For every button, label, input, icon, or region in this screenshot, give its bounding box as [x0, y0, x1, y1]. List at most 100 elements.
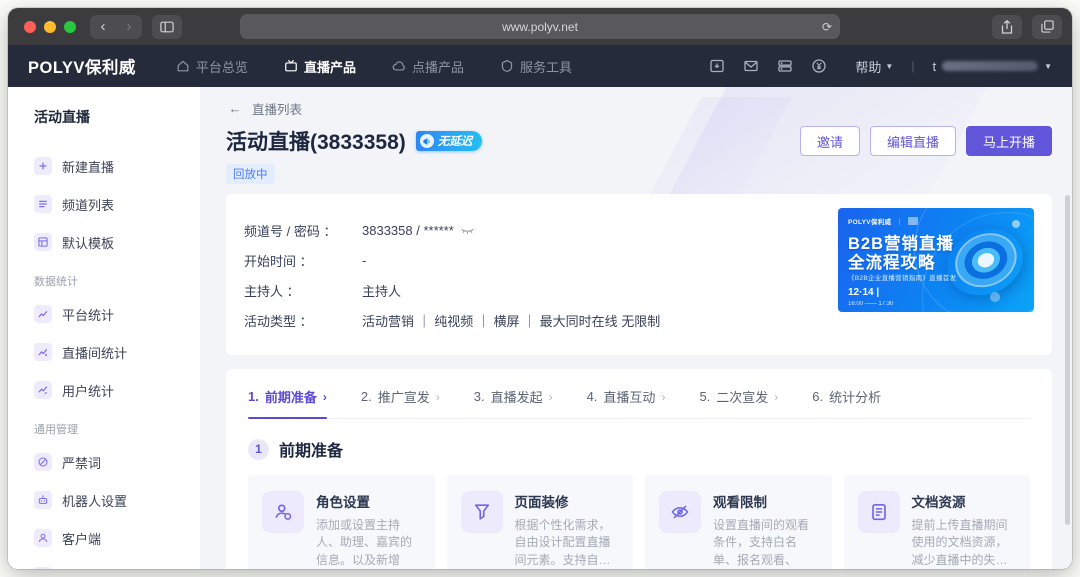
- sidebar-toggle-button[interactable]: [152, 15, 182, 39]
- chevron-down-icon: ▼: [885, 62, 893, 71]
- minimize-window-button[interactable]: [44, 21, 56, 33]
- sidebar-item-banned-words[interactable]: 严禁词: [34, 443, 200, 481]
- banner-decor: [1012, 220, 1020, 228]
- partner-logo-mark: [908, 217, 918, 225]
- paint-icon: [461, 491, 503, 533]
- account-menu[interactable]: t ▼: [932, 59, 1052, 74]
- url-bar[interactable]: www.polyv.net ⟳: [240, 14, 840, 39]
- chevron-right-icon: ›: [436, 390, 440, 404]
- tv-icon: [34, 567, 52, 569]
- sidebar-item-default-template[interactable]: 默认模板: [34, 223, 200, 261]
- page-title: 活动直播(3833358): [226, 126, 406, 156]
- template-icon: [34, 233, 52, 251]
- banner-date: 12·14 |: [848, 287, 879, 298]
- person-icon: [34, 529, 52, 547]
- card-view-restriction[interactable]: 观看限制设置直播间的观看条件，支持白名单、报名观看、验…: [645, 475, 832, 569]
- doc-icon: [858, 491, 900, 533]
- sidebar-group-general-mgmt: 通用管理: [34, 421, 200, 437]
- account-name-redacted: [942, 61, 1038, 71]
- live-icon: [284, 59, 298, 73]
- forward-button[interactable]: ›: [116, 15, 142, 39]
- nav-item-vod-product[interactable]: 点播产品: [392, 57, 464, 76]
- nav-item-service-tools[interactable]: 服务工具: [500, 57, 572, 76]
- main-content: ← 直播列表 活动直播(3833358) 无延迟 邀请 编辑直播 马上开播 回放…: [200, 87, 1072, 569]
- card-role-settings[interactable]: 角色设置添加或设置主持人、助理、嘉宾的信息。以及新增助…: [248, 475, 435, 569]
- divider: |: [911, 59, 914, 73]
- sidebar-item-channel-settings[interactable]: 频道设置: [34, 557, 200, 569]
- banner-decor: [990, 292, 1000, 302]
- info-row-host: 主持人 ： 主持人: [244, 281, 838, 300]
- step-launch[interactable]: 3.直播发起›: [474, 387, 553, 406]
- channel-info-card: 频道号 / 密码 ： 3833358 / ****** 开始时间 ： - 主持人…: [226, 194, 1052, 355]
- browser-window: ‹ › www.polyv.net ⟳ POLYV保利威 平台总览: [8, 8, 1072, 569]
- url-text: www.polyv.net: [502, 20, 578, 34]
- chevron-right-icon: ›: [774, 390, 778, 404]
- list-icon: [34, 195, 52, 213]
- nav-item-platform-overview[interactable]: 平台总览: [176, 57, 248, 76]
- step-preparation[interactable]: 1.前期准备›: [248, 387, 327, 406]
- inbox-icon[interactable]: [709, 58, 725, 74]
- console-icon[interactable]: [777, 58, 793, 74]
- nav-item-live-product[interactable]: 直播产品: [284, 57, 356, 76]
- sidebar-title: 活动直播: [34, 107, 200, 127]
- scrollbar[interactable]: [1065, 195, 1070, 525]
- megaphone-icon: [420, 134, 434, 148]
- sidebar-item-room-stats[interactable]: 直播间统计: [34, 333, 200, 371]
- info-row-start-time: 开始时间 ： -: [244, 251, 838, 270]
- step-promotion[interactable]: 2.推广宣发›: [361, 387, 440, 406]
- back-icon[interactable]: ←: [226, 100, 244, 118]
- invite-button[interactable]: 邀请: [800, 126, 860, 156]
- step-repromotion[interactable]: 5.二次宣发›: [699, 387, 778, 406]
- sidebar-item-client[interactable]: 客户端: [34, 519, 200, 557]
- no-delay-badge[interactable]: 无延迟: [416, 131, 483, 151]
- home-icon: [176, 59, 190, 73]
- step-analytics[interactable]: 6.统计分析: [812, 387, 881, 406]
- mail-icon[interactable]: [743, 58, 759, 74]
- sidebar-item-platform-stats[interactable]: 平台统计: [34, 295, 200, 333]
- banner-title-2: 全流程攻略: [848, 249, 936, 273]
- sidebar-item-channel-list[interactable]: 频道列表: [34, 185, 200, 223]
- close-window-button[interactable]: [24, 21, 36, 33]
- history-nav: ‹ ›: [90, 15, 142, 39]
- plus-icon: [34, 157, 52, 175]
- cloud-icon: [392, 59, 406, 73]
- reload-icon[interactable]: ⟳: [822, 20, 832, 34]
- chevron-right-icon: ›: [323, 390, 327, 404]
- start-live-button[interactable]: 马上开播: [966, 126, 1052, 156]
- workflow-steps: 1.前期准备› 2.推广宣发› 3.直播发起› 4.直播互动› 5.二次宣发›: [248, 387, 1030, 419]
- browser-chrome: ‹ › www.polyv.net ⟳: [8, 8, 1072, 45]
- promo-banner[interactable]: POLYV保利威｜ B2B营销直播 全流程攻略 《B2B企业直播营销指南》直播首…: [838, 208, 1034, 312]
- robot-icon: [34, 491, 52, 509]
- sidebar-icon: [160, 21, 174, 33]
- chart-icon: [34, 343, 52, 361]
- step-interaction[interactable]: 4.直播互动›: [587, 387, 666, 406]
- edit-live-button[interactable]: 编辑直播: [870, 126, 956, 156]
- sidebar-item-robot-settings[interactable]: 机器人设置: [34, 481, 200, 519]
- feature-cards-grid: 角色设置添加或设置主持人、助理、嘉宾的信息。以及新增助… 页面装修根据个性化需求…: [248, 475, 1030, 569]
- zoom-window-button[interactable]: [64, 21, 76, 33]
- eye-closed-icon[interactable]: [460, 225, 475, 237]
- chevron-down-icon: ▼: [1044, 62, 1052, 71]
- sidebar-item-user-stats[interactable]: 用户统计: [34, 371, 200, 409]
- role-icon: [262, 491, 304, 533]
- banner-time: 16:00 —— 17:30: [848, 301, 893, 307]
- breadcrumb[interactable]: ← 直播列表: [226, 99, 1052, 118]
- tab-overview-button[interactable]: [1032, 15, 1062, 39]
- polyv-logo[interactable]: POLYV保利威: [28, 54, 136, 78]
- help-menu[interactable]: 帮助 ▼: [855, 57, 893, 76]
- section-title: 前期准备: [279, 437, 343, 461]
- card-page-decoration[interactable]: 页面装修根据个性化需求，自由设计配置直播间元素。支持自…: [447, 475, 634, 569]
- eye-off-icon: [659, 491, 701, 533]
- workflow-card: 1.前期准备› 2.推广宣发› 3.直播发起› 4.直播互动› 5.二次宣发›: [226, 369, 1052, 569]
- status-badge: 回放中: [226, 164, 275, 184]
- currency-icon[interactable]: [811, 58, 827, 74]
- tools-icon: [500, 59, 514, 73]
- tabs-icon: [1041, 20, 1054, 33]
- share-button[interactable]: [992, 15, 1022, 39]
- sidebar-group-data-stats: 数据统计: [34, 273, 200, 289]
- card-document-resources[interactable]: 文档资源提前上传直播期间使用的文档资源，减少直播中的失…: [844, 475, 1031, 569]
- chevron-right-icon: ›: [661, 390, 665, 404]
- share-icon: [1001, 20, 1013, 34]
- sidebar-item-new-live[interactable]: 新建直播: [34, 147, 200, 185]
- back-button[interactable]: ‹: [90, 15, 116, 39]
